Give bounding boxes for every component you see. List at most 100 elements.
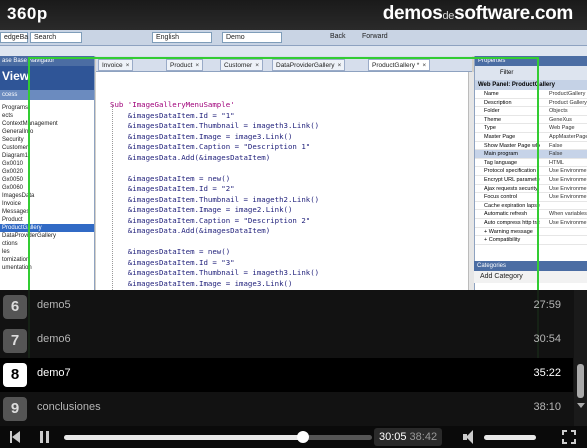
add-category-button: Add Category <box>474 271 587 283</box>
code-line: Sub 'ImageGalleryMenuSample' <box>110 100 235 109</box>
code-line: &imagesDataItem.Id = "2" <box>110 184 235 193</box>
code-line: &imagesDataItem.Thumbnail = imageth3.Lin… <box>110 121 320 130</box>
property-row: Type Web Page <box>475 124 587 133</box>
navigator-item: les <box>2 249 10 255</box>
navigator-item: Product <box>2 217 23 223</box>
chapter-number: 7 <box>3 329 27 353</box>
ide-back-button: Back <box>330 33 346 40</box>
navigator-item: Gx0050 <box>2 177 24 183</box>
code-fold-guide <box>112 105 113 290</box>
code-line: &imagesDataItem.Image = image2.Link() <box>110 205 293 214</box>
property-row: Auto compress http trafficUse Environmen… <box>475 219 587 228</box>
code-line: &imagesDataItem = new() <box>110 247 231 256</box>
editor-tab: Customer × <box>220 59 263 71</box>
code-editor: Sub 'ImageGalleryMenuSample' &imagesData… <box>96 72 468 290</box>
navigator-item: tomization <box>2 257 30 263</box>
property-row: Folder Objects <box>475 107 587 116</box>
property-row: Description Product Gallery <box>475 99 587 108</box>
chapter-number: 9 <box>3 397 27 421</box>
seek-bar[interactable] <box>64 431 372 443</box>
ide-toolbar: edgeBa Search English Demo Back Forward <box>0 30 587 46</box>
code-line: &imagesDataItem.Thumbnail = imageth2.Lin… <box>110 194 320 204</box>
close-tab-icon: × <box>422 62 427 69</box>
ide-forward-button: Forward <box>362 33 388 40</box>
player-top-bar: 360p demosdesoftware.com <box>0 0 587 30</box>
player-control-bar: 30:05 38:42 <box>0 426 587 448</box>
navigator-item: umentation <box>2 265 32 271</box>
scroll-down-icon[interactable] <box>577 403 585 408</box>
properties-header: Properties <box>475 56 587 66</box>
properties-toolbar: Filter <box>475 66 587 80</box>
pause-icon[interactable] <box>38 426 50 448</box>
chapter-time: 30:54 <box>533 333 561 345</box>
ide-toolbar-combo: edgeBa <box>0 32 28 43</box>
code-line: &imagesData.Add(&imagesDataItem) <box>110 152 271 162</box>
chapter-item[interactable]: 8 demo7 35:22 <box>0 358 573 392</box>
seek-bar-played <box>64 435 303 440</box>
navigator-item: GeneralInfo <box>2 129 34 135</box>
navigator-item: ProductGallery <box>0 224 94 232</box>
chapter-time: 38:10 <box>533 401 561 413</box>
property-row: Main program False <box>475 150 587 159</box>
ide-menu-row <box>0 46 587 56</box>
property-row: Master Page AppMasterPage <box>475 133 587 142</box>
code-line: &imagesDataItem.Image = image3.Link() <box>110 131 293 141</box>
navigator-item: Invoice <box>2 201 22 207</box>
navigator-tree: Programs ects ContextManagement GeneralInfo… <box>0 100 94 272</box>
navigator-item: Security <box>2 137 24 143</box>
editor-tab: DataProviderGallery × <box>272 59 346 71</box>
editor-tab-strip: Invoice × Product × Customer × DataProviderGal… <box>96 56 472 72</box>
code-line: &imagesDataItem.Caption = "Description 2… <box>110 215 311 225</box>
navigator-item: ImagesData <box>2 193 35 199</box>
navigator-item: Messages <box>2 209 30 215</box>
navigator-title: View <box>0 66 94 90</box>
navigator-item: Diagram1 <box>2 153 29 159</box>
code-line: &imagesDataItem = new() <box>110 173 231 183</box>
chapter-list: 6 demo5 27:59 7 demo6 30:54 8 demo7 35:22 9 conclu… <box>0 290 587 426</box>
chapter-time: 27:59 <box>533 299 561 311</box>
chapter-number: 6 <box>3 295 27 319</box>
chapter-item[interactable]: 6 demo5 27:59 <box>0 290 573 324</box>
code-line: &imagesDataItem.Id = "1" <box>110 110 235 120</box>
previous-icon[interactable] <box>8 426 22 448</box>
editor-tab: ProductGallery * × <box>368 59 431 71</box>
properties-filter: Filter <box>500 70 514 76</box>
editor-tab: Product × <box>166 59 204 71</box>
scrollbar-thumb[interactable] <box>577 364 584 398</box>
chapter-title: demo7 <box>37 367 71 379</box>
volume-icon[interactable] <box>462 426 478 448</box>
ide-navigator-panel: ase Base Navigator View ccess Programs ec… <box>0 56 95 290</box>
time-display: 30:05 38:42 <box>374 428 443 446</box>
chapter-item[interactable]: 9 conclusiones 38:10 <box>0 392 573 426</box>
properties-panel: Properties Filter Web Panel: ProductGall… <box>474 56 587 290</box>
chapter-title: demo5 <box>37 299 71 311</box>
seek-bar-knob[interactable] <box>297 431 309 443</box>
video-frame[interactable]: edgeBa Search English Demo Back Forward … <box>0 0 587 290</box>
ide-search-box: Search <box>30 32 82 43</box>
property-row: Cache expiration lapse <box>475 202 587 211</box>
property-row: Ajax requests security Use Environment <box>475 185 587 194</box>
code-line: &imagesDataItem.Image = image3.Link() <box>110 278 293 288</box>
brand-logo: demosdesoftware.com <box>382 3 574 24</box>
navigator-item: Programs <box>2 105 29 111</box>
navigator-item: ContextManagement <box>2 121 58 127</box>
property-row: Show Master Page when False <box>475 142 587 151</box>
chapter-item[interactable]: 7 demo6 30:54 <box>0 324 573 358</box>
chapter-list-scrollbar[interactable] <box>574 290 587 426</box>
categories-header: Categories <box>474 261 587 271</box>
property-row: Automatic refresh When variables <box>475 210 587 219</box>
chapter-title: conclusiones <box>37 401 101 413</box>
volume-slider[interactable] <box>484 435 536 440</box>
navigator-item: DataProviderGallery <box>2 233 57 239</box>
navigator-item: ects <box>2 113 14 119</box>
property-row: Tag language HTML <box>475 159 587 168</box>
chapter-title: demo6 <box>37 333 71 345</box>
code-text: Sub 'ImageGalleryMenuSample' &imagesData… <box>110 100 319 290</box>
code-line: &imagesDataItem.Id = "3" <box>110 257 235 267</box>
quality-label[interactable]: 360p <box>7 4 48 24</box>
fullscreen-icon[interactable] <box>560 426 578 448</box>
ide-environment-select: Demo <box>222 32 282 43</box>
property-row: Encrypt URL parameters Use Environment <box>475 176 587 185</box>
